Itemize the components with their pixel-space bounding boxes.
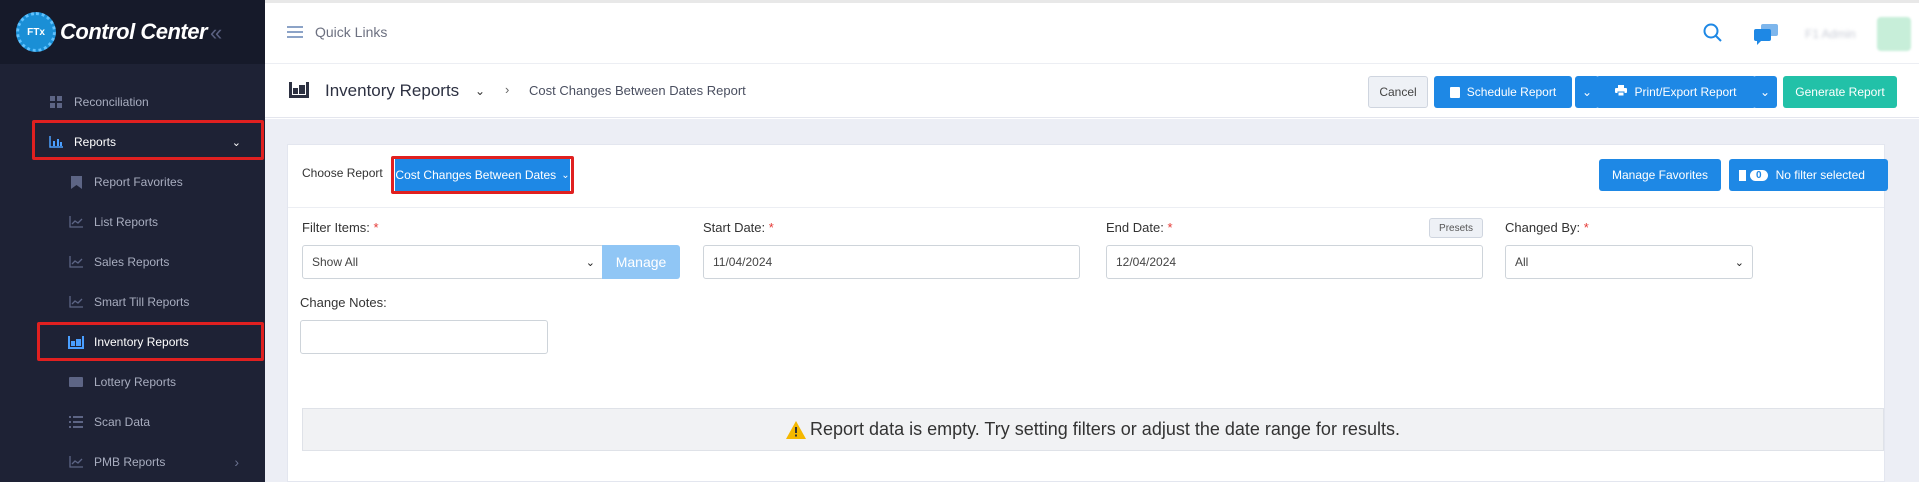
sidebar-item-label: Report Favorites	[94, 175, 183, 189]
sidebar-item-lottery-reports[interactable]: Lottery Reports	[0, 362, 265, 402]
breadcrumb-separator-icon: ›	[505, 82, 510, 97]
line-chart-icon	[68, 215, 84, 229]
changed-by-label: Changed By: *	[1505, 220, 1589, 235]
sidebar-item-report-favorites[interactable]: Report Favorites	[0, 162, 265, 202]
highlight-box-choose-report	[391, 156, 574, 194]
schedule-report-button[interactable]: Schedule Report	[1434, 76, 1572, 108]
quick-links-label: Quick Links	[315, 24, 388, 40]
messages-icon[interactable]	[1753, 23, 1779, 45]
search-icon[interactable]	[1703, 23, 1723, 43]
line-chart-icon	[68, 455, 84, 469]
required-mark: *	[1167, 220, 1173, 235]
empty-report-message: Report data is empty. Try setting filter…	[302, 408, 1884, 451]
inventory-icon	[289, 82, 309, 98]
start-date-label-text: Start Date:	[703, 220, 766, 235]
filter-status-button[interactable]: 0 No filter selected	[1729, 159, 1888, 191]
print-export-button[interactable]: Print/Export Report	[1596, 76, 1756, 108]
grid-icon	[48, 95, 64, 109]
sidebar-item-label: Scan Data	[94, 415, 151, 429]
brand-title: Control Center	[60, 19, 208, 44]
change-notes-label: Change Notes:	[300, 295, 387, 310]
changed-by-value: All	[1515, 255, 1529, 269]
sidebar-item-label: PMB Reports	[94, 455, 166, 469]
page-title[interactable]: Inventory Reports	[325, 81, 459, 101]
user-name[interactable]: F1 Admin	[1805, 27, 1856, 41]
start-date-label: Start Date: *	[703, 220, 774, 235]
changed-by-select[interactable]: All ⌄	[1505, 245, 1753, 279]
chevron-down-icon: ⌄	[1581, 85, 1593, 99]
printer-icon	[1615, 85, 1628, 99]
start-date-value: 11/04/2024	[713, 255, 773, 269]
required-mark: *	[768, 220, 774, 235]
filter-items-value: Show All	[312, 255, 359, 269]
sidebar-item-list-reports[interactable]: List Reports	[0, 202, 265, 242]
sidebar-item-label: List Reports	[94, 215, 159, 229]
filter-count-badge: 0	[1750, 169, 1768, 181]
chevron-right-icon: ›	[234, 454, 239, 470]
manage-favorites-button[interactable]: Manage Favorites	[1599, 159, 1721, 191]
changed-by-label-text: Changed By:	[1505, 220, 1581, 235]
bookmark-icon	[68, 175, 84, 189]
presets-button[interactable]: Presets	[1429, 218, 1483, 238]
filter-icon	[1739, 169, 1746, 181]
sidebar: FTx Control Center « Reconciliation Repo…	[0, 0, 265, 482]
quick-links-button[interactable]: Quick Links	[287, 23, 387, 41]
end-date-value: 12/04/2024	[1116, 255, 1177, 269]
chevron-down-icon: ⌄	[1734, 257, 1744, 269]
print-export-label: Print/Export Report	[1634, 85, 1737, 99]
collapse-sidebar-icon[interactable]: «	[210, 20, 222, 46]
sidebar-item-label: Reconciliation	[74, 95, 149, 109]
cancel-button[interactable]: Cancel	[1368, 76, 1428, 108]
end-date-label: End Date: *	[1106, 220, 1173, 235]
hamburger-icon	[287, 23, 303, 41]
schedule-report-label: Schedule Report	[1466, 85, 1557, 99]
highlight-box-inventory-reports	[37, 322, 264, 361]
line-chart-icon	[68, 255, 84, 269]
sidebar-item-pmb-reports[interactable]: PMB Reports ›	[0, 442, 265, 482]
chevron-down-icon: ⌄	[585, 257, 595, 269]
brand-logo: FTx	[16, 12, 56, 52]
topbar: Quick Links F1 Admin	[265, 0, 1919, 64]
breadcrumb: Cost Changes Between Dates Report	[529, 83, 746, 98]
sidebar-item-sales-reports[interactable]: Sales Reports	[0, 242, 265, 282]
highlight-box-reports	[32, 120, 264, 160]
filter-items-select[interactable]: Show All ⌄	[302, 245, 604, 279]
choose-report-label: Choose Report	[302, 166, 383, 180]
end-date-label-text: End Date:	[1106, 220, 1164, 235]
change-notes-input[interactable]	[300, 320, 548, 354]
end-date-input[interactable]: 12/04/2024	[1106, 245, 1483, 279]
main-content: Choose Report Cost Changes Between Dates…	[265, 119, 1919, 482]
report-card-header: Choose Report Cost Changes Between Dates…	[288, 145, 1888, 208]
generate-report-button[interactable]: Generate Report	[1783, 76, 1897, 108]
sidebar-item-scan-data[interactable]: Scan Data	[0, 402, 265, 442]
sidebar-item-label: Smart Till Reports	[94, 295, 190, 309]
sidebar-item-smart-till-reports[interactable]: Smart Till Reports	[0, 282, 265, 322]
start-date-input[interactable]: 11/04/2024	[703, 245, 1080, 279]
sidebar-item-reconciliation[interactable]: Reconciliation	[0, 82, 265, 122]
brand[interactable]: FTx Control Center	[0, 0, 265, 64]
required-mark: *	[1583, 220, 1589, 235]
list-icon	[68, 415, 84, 429]
warning-icon	[786, 420, 807, 439]
chevron-down-icon: ⌄	[1759, 85, 1771, 99]
required-mark: *	[373, 220, 379, 235]
line-chart-icon	[68, 295, 84, 309]
ticket-icon	[68, 375, 84, 389]
report-card: Choose Report Cost Changes Between Dates…	[287, 144, 1888, 482]
filter-items-label: Filter Items: *	[302, 220, 379, 235]
chevron-down-icon[interactable]: ⌄	[475, 84, 485, 98]
filter-items-label-text: Filter Items:	[302, 220, 370, 235]
sidebar-item-label: Sales Reports	[94, 255, 170, 269]
empty-message-text: Report data is empty. Try setting filter…	[810, 419, 1400, 439]
print-export-dropdown[interactable]: ⌄	[1753, 76, 1777, 108]
avatar[interactable]	[1877, 17, 1911, 51]
filter-status-label: No filter selected	[1775, 168, 1865, 182]
manage-button[interactable]: Manage	[602, 245, 680, 279]
page-header: Inventory Reports ⌄ › Cost Changes Betwe…	[265, 64, 1919, 118]
sidebar-item-label: Lottery Reports	[94, 375, 177, 389]
calendar-icon	[1449, 86, 1460, 98]
